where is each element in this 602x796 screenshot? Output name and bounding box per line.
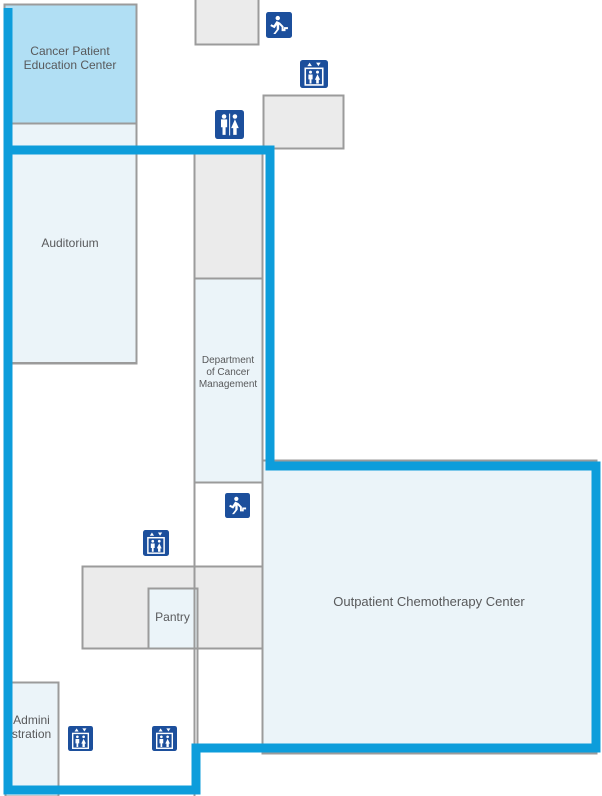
exit-icon[interactable] <box>225 493 250 518</box>
room-administration[interactable] <box>4 681 60 796</box>
restroom-icon[interactable] <box>215 110 244 139</box>
room-upper-right-gray-room[interactable] <box>262 94 345 150</box>
room-auditorium[interactable] <box>3 122 138 365</box>
room-cancer-patient-education-center[interactable] <box>3 3 138 125</box>
floorplan-vector-layer <box>3 0 601 796</box>
room-pantry[interactable] <box>147 587 199 650</box>
exit-icon[interactable] <box>266 12 292 38</box>
room-mid-gray-room[interactable] <box>193 147 264 280</box>
elevator-icon[interactable] <box>143 530 169 556</box>
elevator-icon[interactable] <box>152 726 177 751</box>
elevator-icon[interactable] <box>68 726 93 751</box>
floorplan-canvas: Cancer Patient Education Center Auditoriu… <box>0 0 602 796</box>
rooms-layer <box>3 0 598 796</box>
room-top-gray-room[interactable] <box>194 0 260 46</box>
room-outpatient-chemotherapy-center[interactable] <box>261 459 598 755</box>
elevator-icon[interactable] <box>300 60 328 88</box>
room-department-of-cancer-management[interactable] <box>193 277 264 484</box>
